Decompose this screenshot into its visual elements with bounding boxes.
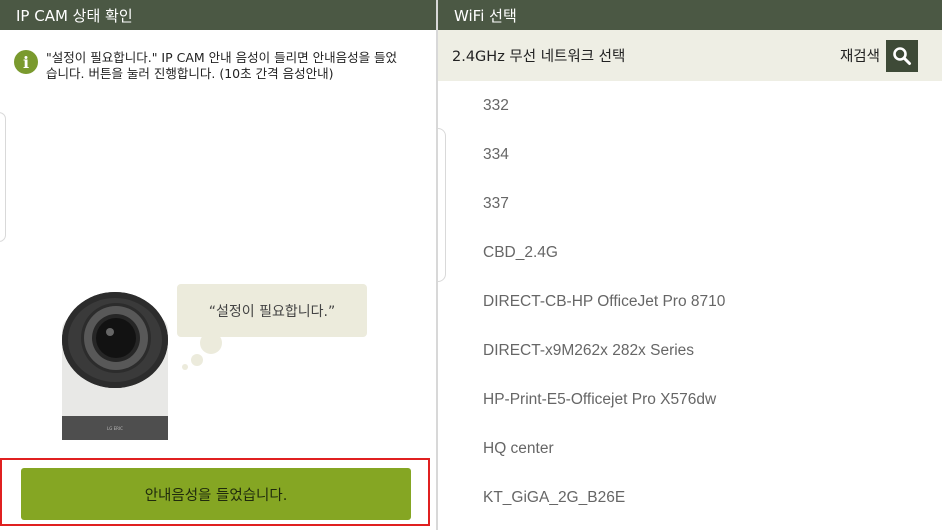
wifi-network-item[interactable]: HP-Print-E5-Officejet Pro X576dw: [438, 375, 942, 424]
wifi-network-item[interactable]: 334: [438, 130, 942, 179]
notice-text: "설정이 필요합니다." IP CAM 안내 음성이 들리면 안내음성을 들었습…: [46, 50, 398, 81]
search-icon: [893, 46, 911, 65]
camera-base: LG ERIC: [62, 416, 168, 440]
speech-bubble-dot-medium: [191, 354, 203, 366]
rescan-label[interactable]: 재검색: [840, 45, 880, 66]
camera-brand-label: LG ERIC: [107, 425, 123, 431]
heard-voice-guide-button[interactable]: 안내음성을 들었습니다.: [21, 468, 411, 520]
wifi-select-titlebar: WiFi 선택: [438, 0, 942, 30]
wifi-network-list: 332 334 337 CBD_2.4G DIRECT-CB-HP Office…: [438, 81, 942, 522]
rescan-search-button[interactable]: [886, 39, 918, 72]
wifi-select-panel: WiFi 선택 2.4GHz 무선 네트워크 선택 재검색 332 334 33…: [438, 0, 942, 530]
ip-camera-illustration: LG ERIC: [62, 292, 170, 442]
speech-bubble-dot-large: [200, 332, 222, 354]
wifi-network-item[interactable]: 332: [438, 81, 942, 130]
info-icon: i: [14, 50, 38, 74]
wifi-network-item[interactable]: HQ center: [438, 424, 942, 473]
wifi-network-item[interactable]: 337: [438, 179, 942, 228]
speech-bubble: “설정이 필요합니다.”: [177, 284, 367, 337]
wifi-page-title: WiFi 선택: [454, 6, 517, 25]
speech-bubble-dot-small: [182, 364, 188, 370]
page-title: IP CAM 상태 확인: [16, 6, 133, 25]
network-list-header: 2.4GHz 무선 네트워크 선택 재검색: [438, 30, 942, 81]
wifi-network-item[interactable]: KT_GiGA_2G_B26E: [438, 473, 942, 522]
camera-lens-center: [96, 318, 136, 358]
voice-guide-notice: i "설정이 필요합니다." IP CAM 안내 음성이 들리면 안내음성을 들…: [14, 50, 406, 82]
action-button-highlight: 안내음성을 들었습니다.: [0, 458, 430, 526]
wifi-network-item[interactable]: CBD_2.4G: [438, 228, 942, 277]
ipcam-status-panel: IP CAM 상태 확인 i "설정이 필요합니다." IP CAM 안내 음성…: [0, 0, 436, 530]
background-card-edge: [0, 112, 6, 242]
camera-head: [62, 292, 168, 388]
ipcam-status-titlebar: IP CAM 상태 확인: [0, 0, 436, 30]
wifi-network-item[interactable]: DIRECT-x9M262x 282x Series: [438, 326, 942, 375]
wifi-network-item[interactable]: DIRECT-CB-HP OfficeJet Pro 8710: [438, 277, 942, 326]
speech-bubble-text: “설정이 필요합니다.”: [208, 303, 336, 320]
camera-lens: [84, 306, 148, 370]
lens-glint: [106, 328, 114, 336]
network-band-title: 2.4GHz 무선 네트워크 선택: [452, 49, 626, 65]
